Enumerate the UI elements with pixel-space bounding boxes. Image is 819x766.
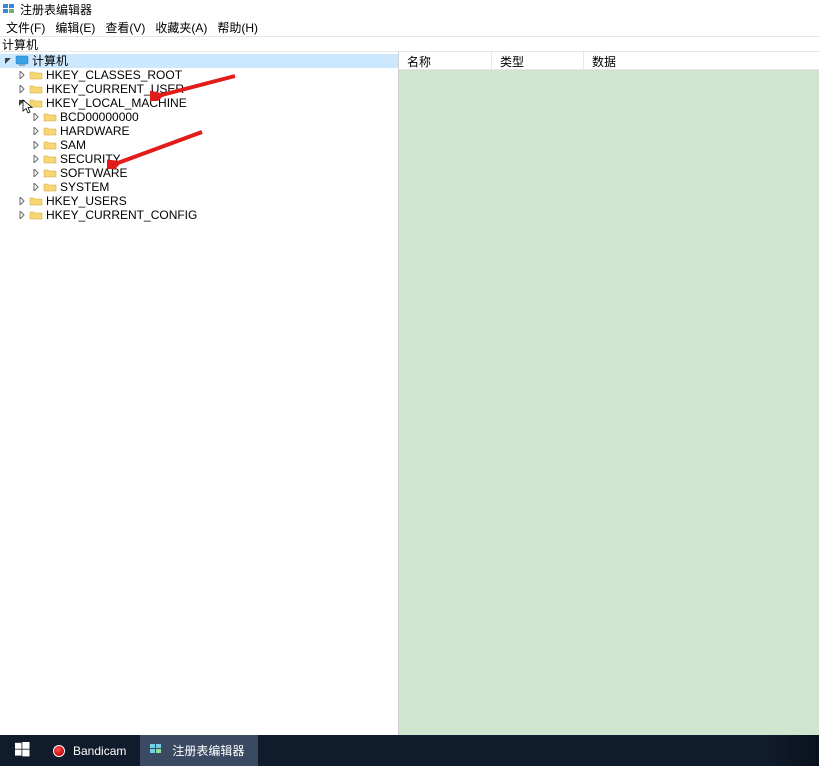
tree-node-security[interactable]: SECURITY: [0, 152, 398, 166]
tree-pane[interactable]: 计算机 HKEY_CLASSES_ROOT HK: [0, 52, 398, 735]
list-pane: 名称 类型 数据: [398, 52, 819, 735]
tree-label: SAM: [60, 138, 90, 152]
tree-node-computer[interactable]: 计算机: [0, 54, 398, 68]
expander-icon[interactable]: [30, 125, 42, 137]
folder-icon: [43, 139, 57, 151]
window-title: 注册表编辑器: [20, 1, 92, 18]
column-header-name[interactable]: 名称: [399, 52, 492, 69]
tree-label-computer: 计算机: [32, 54, 72, 68]
menu-view[interactable]: 查看(V): [101, 19, 149, 36]
tree-node-system[interactable]: SYSTEM: [0, 180, 398, 194]
expander-icon[interactable]: [30, 139, 42, 151]
tree-label: HKEY_CURRENT_CONFIG: [46, 208, 201, 222]
taskbar-item-regedit[interactable]: 注册表编辑器: [140, 735, 258, 766]
record-icon: [53, 745, 65, 757]
expander-icon[interactable]: [30, 153, 42, 165]
windows-logo-icon: [15, 742, 30, 760]
folder-icon: [29, 97, 43, 109]
regedit-icon: [148, 741, 164, 760]
taskbar-item-bandicam[interactable]: Bandicam: [45, 735, 140, 766]
expander-icon[interactable]: [2, 55, 14, 67]
expander-icon[interactable]: [16, 83, 28, 95]
tree-label: SYSTEM: [60, 180, 113, 194]
tree-label: HKEY_CURRENT_USER: [46, 82, 188, 96]
address-bar[interactable]: 计算机: [0, 36, 819, 52]
tree-label: HKEY_LOCAL_MACHINE: [46, 96, 191, 110]
folder-icon: [43, 153, 57, 165]
expander-icon[interactable]: [30, 167, 42, 179]
expander-icon[interactable]: [16, 97, 28, 109]
folder-icon: [29, 195, 43, 207]
folder-icon: [43, 167, 57, 179]
tree-node-hkey-current-config[interactable]: HKEY_CURRENT_CONFIG: [0, 208, 398, 222]
menu-bar: 文件(F) 编辑(E) 查看(V) 收藏夹(A) 帮助(H): [0, 18, 819, 36]
folder-icon: [29, 209, 43, 221]
list-body[interactable]: [399, 70, 819, 735]
tree-label: SECURITY: [60, 152, 125, 166]
tree-node-hkey-local-machine[interactable]: HKEY_LOCAL_MACHINE: [0, 96, 398, 110]
column-header-data[interactable]: 数据: [584, 52, 819, 69]
tree-node-hardware[interactable]: HARDWARE: [0, 124, 398, 138]
menu-help[interactable]: 帮助(H): [213, 19, 262, 36]
expander-icon[interactable]: [16, 69, 28, 81]
address-path: 计算机: [2, 36, 38, 53]
expander-icon[interactable]: [30, 111, 42, 123]
window-titlebar: 注册表编辑器: [0, 0, 819, 18]
tree-label: SOFTWARE: [60, 166, 132, 180]
taskbar: Bandicam 注册表编辑器: [0, 735, 819, 766]
expander-icon[interactable]: [16, 209, 28, 221]
tree-label: BCD00000000: [60, 110, 143, 124]
folder-icon: [43, 111, 57, 123]
tree-node-hkey-users[interactable]: HKEY_USERS: [0, 194, 398, 208]
app-icon: [2, 2, 16, 16]
taskbar-label-bandicam: Bandicam: [73, 744, 126, 758]
tree-label: HKEY_USERS: [46, 194, 131, 208]
expander-icon[interactable]: [16, 195, 28, 207]
folder-icon: [43, 125, 57, 137]
taskbar-fade: [769, 735, 819, 766]
tree-node-hkey-classes-root[interactable]: HKEY_CLASSES_ROOT: [0, 68, 398, 82]
menu-edit[interactable]: 编辑(E): [51, 19, 99, 36]
list-header: 名称 类型 数据: [399, 52, 819, 70]
expander-icon[interactable]: [30, 181, 42, 193]
tree-node-hkey-current-user[interactable]: HKEY_CURRENT_USER: [0, 82, 398, 96]
main-area: 计算机 HKEY_CLASSES_ROOT HK: [0, 52, 819, 735]
menu-favorites[interactable]: 收藏夹(A): [151, 19, 211, 36]
registry-tree: 计算机 HKEY_CLASSES_ROOT HK: [0, 54, 398, 222]
tree-label: HKEY_CLASSES_ROOT: [46, 68, 186, 82]
computer-icon: [15, 55, 29, 67]
tree-label: HARDWARE: [60, 124, 134, 138]
column-header-type[interactable]: 类型: [492, 52, 584, 69]
folder-icon: [29, 69, 43, 81]
tree-node-bcd[interactable]: BCD00000000: [0, 110, 398, 124]
folder-icon: [43, 181, 57, 193]
taskbar-label-regedit: 注册表编辑器: [172, 742, 244, 759]
taskbar-start-button[interactable]: [0, 735, 45, 766]
menu-file[interactable]: 文件(F): [2, 19, 49, 36]
folder-icon: [29, 83, 43, 95]
tree-node-sam[interactable]: SAM: [0, 138, 398, 152]
tree-node-software[interactable]: SOFTWARE: [0, 166, 398, 180]
